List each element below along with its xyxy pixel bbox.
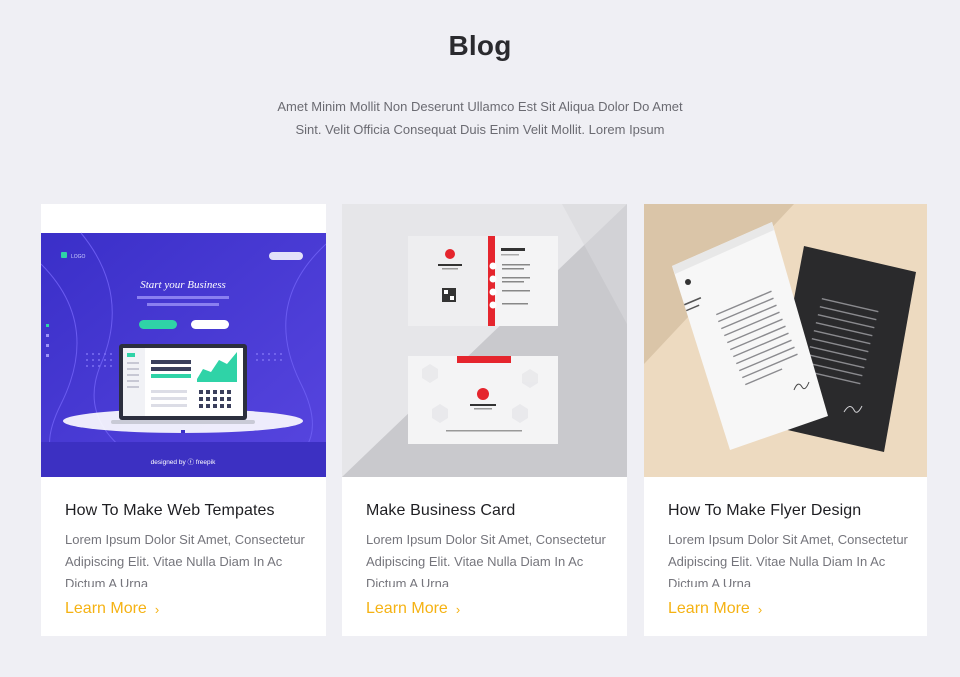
blog-card-web-templates: LOGO Start your Business designed by ⓕ f…	[41, 204, 326, 636]
blog-card-flyer-design: How To Make Flyer Design Lorem Ipsum Dol…	[644, 204, 927, 636]
business-card-illustration	[342, 204, 627, 477]
card-title: How To Make Flyer Design	[668, 502, 862, 519]
card-excerpt: Lorem Ipsum Dolor Sit Amet, Consectetur …	[65, 532, 305, 587]
card-excerpt: Lorem Ipsum Dolor Sit Amet, Consectetur …	[668, 532, 908, 587]
card-title: Make Business Card	[366, 502, 516, 519]
template-brand-text: LOGO	[71, 254, 86, 260]
card-excerpt: Lorem Ipsum Dolor Sit Amet, Consectetur …	[366, 532, 606, 587]
learn-more-label: Learn More	[366, 600, 448, 617]
learn-more-link[interactable]: Learn More ›	[65, 600, 159, 618]
blog-cards: LOGO Start your Business designed by ⓕ f…	[41, 204, 927, 636]
section-subtitle: Amet Minim Mollit Non Deserunt Ullamco E…	[277, 99, 683, 137]
template-headline: Start your Business	[140, 279, 226, 291]
learn-more-label: Learn More	[65, 600, 147, 617]
template-credit: designed by ⓕ freepik	[151, 458, 216, 466]
chevron-right-icon: ›	[757, 601, 763, 617]
learn-more-label: Learn More	[668, 600, 750, 617]
letterhead-illustration	[644, 204, 927, 477]
learn-more-link[interactable]: Learn More ›	[668, 600, 762, 618]
learn-more-link[interactable]: Learn More ›	[366, 600, 460, 618]
chevron-right-icon: ›	[154, 601, 160, 617]
blog-card-business-card: Make Business Card Lorem Ipsum Dolor Sit…	[342, 204, 627, 636]
card-thumbnail-business-card[interactable]	[342, 204, 627, 477]
card-title: How To Make Web Tempates	[65, 502, 275, 519]
card-thumbnail-letterhead[interactable]	[644, 204, 927, 477]
card-thumbnail-web-template[interactable]: LOGO Start your Business designed by ⓕ f…	[41, 204, 326, 477]
chevron-right-icon: ›	[455, 601, 461, 617]
web-template-illustration: LOGO Start your Business designed by ⓕ f…	[41, 204, 326, 477]
section-title: Blog	[448, 30, 512, 61]
